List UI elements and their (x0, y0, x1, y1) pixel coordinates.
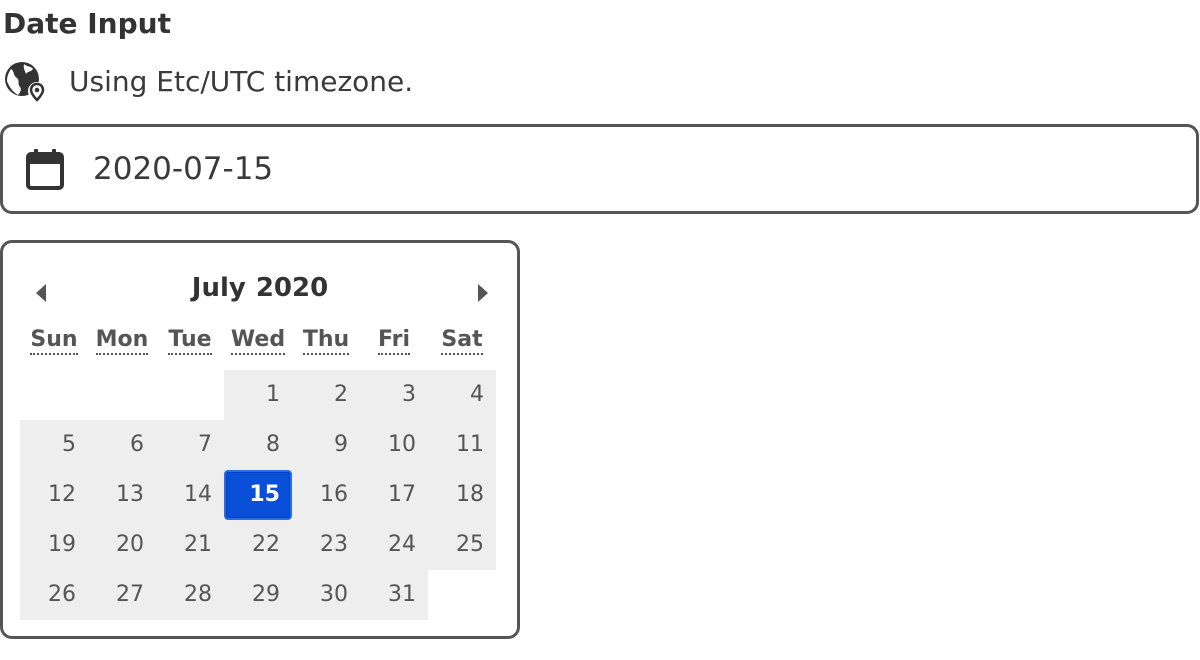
calendar-day[interactable]: 25 (428, 520, 496, 570)
calendar-day[interactable]: 27 (88, 570, 156, 620)
weekday-header: Sun Mon Tue Wed Thu Fri Sat (20, 327, 496, 355)
weekday-label: Sun (20, 327, 88, 355)
calendar-week: 1234 (20, 370, 500, 420)
calendar-day[interactable]: 14 (156, 470, 224, 520)
calendar-day[interactable]: 23 (292, 520, 360, 570)
calendar-week: 19 20 21 22 23 24 25 (20, 520, 500, 570)
calendar-day[interactable]: 29 (224, 570, 292, 620)
calendar-day[interactable]: 22 (224, 520, 292, 570)
weekday-label: Mon (88, 327, 156, 355)
calendar-day[interactable]: 7 (156, 420, 224, 470)
calendar-icon (26, 149, 64, 190)
calendar-day[interactable]: 12 (20, 470, 88, 520)
calendar-day[interactable]: 16 (292, 470, 360, 520)
calendar-week: 5 6 7 8 9 10 11 (20, 420, 500, 470)
calendar-day[interactable]: 4 (428, 370, 496, 420)
calendar-empty-cell (88, 370, 156, 420)
calendar-day[interactable]: 31 (360, 570, 428, 620)
weekday-abbr: Sun (30, 327, 78, 355)
timezone-notice: Using Etc/UTC timezone. (3, 58, 413, 104)
calendar-day[interactable]: 17 (360, 470, 428, 520)
calendar-day[interactable]: 30 (292, 570, 360, 620)
calendar-day[interactable]: 24 (360, 520, 428, 570)
calendar-empty-cell (156, 370, 224, 420)
weekday-abbr: Sat (441, 327, 483, 355)
month-year-title: July 2020 (3, 273, 517, 303)
calendar-day[interactable]: 1 (224, 370, 292, 420)
calendar-day[interactable]: 20 (88, 520, 156, 570)
calendar-day[interactable]: 3 (360, 370, 428, 420)
weekday-label: Wed (224, 327, 292, 355)
calendar-empty-cell (20, 370, 88, 420)
date-input-field[interactable] (93, 151, 1093, 187)
year-label: 2020 (255, 273, 329, 303)
weekday-abbr: Mon (95, 327, 149, 355)
calendar-empty-cell (428, 570, 496, 620)
timezone-text: Using Etc/UTC timezone. (69, 64, 414, 98)
calendar-day[interactable]: 8 (224, 420, 292, 470)
weekday-abbr: Fri (377, 327, 410, 355)
calendar-day[interactable]: 2 (292, 370, 360, 420)
date-picker: July 2020 Sun Mon Tue Wed Thu Fri Sat 123456789… (0, 240, 520, 639)
month-label: July (191, 273, 246, 303)
weekday-label: Thu (292, 327, 360, 355)
calendar-day[interactable]: 6 (88, 420, 156, 470)
weekday-label: Sat (428, 327, 496, 355)
calendar-week: 26 27 28 29 30 31 (20, 570, 500, 620)
calendar-day[interactable]: 18 (428, 470, 496, 520)
page-title: Date Input (3, 7, 171, 40)
calendar-day[interactable]: 9 (292, 420, 360, 470)
weekday-abbr: Tue (168, 327, 212, 355)
calendar-day[interactable]: 11 (428, 420, 496, 470)
calendar-day[interactable]: 21 (156, 520, 224, 570)
weekday-abbr: Thu (302, 327, 350, 355)
calendar-day[interactable]: 10 (360, 420, 428, 470)
date-input[interactable] (0, 124, 1199, 214)
calendar-week: 12 13 14 15 16 17 18 (20, 470, 500, 520)
weekday-label: Fri (360, 327, 428, 355)
weekday-label: Tue (156, 327, 224, 355)
calendar-day[interactable]: 13 (88, 470, 156, 520)
caret-right-icon[interactable] (473, 281, 493, 305)
calendar-day[interactable]: 5 (20, 420, 88, 470)
calendar-day[interactable]: 26 (20, 570, 88, 620)
calendar-day[interactable]: 28 (156, 570, 224, 620)
calendar-day[interactable]: 19 (20, 520, 88, 570)
weekday-abbr: Wed (230, 327, 286, 355)
calendar-day-selected[interactable]: 15 (224, 470, 292, 520)
day-grid: 1 2 3 4 5 6 7 8 9 10 11 12 13 14 15 16 17 18 19 20 21 22 23 24 2… (20, 370, 500, 620)
globe-pin-icon (5, 62, 46, 102)
